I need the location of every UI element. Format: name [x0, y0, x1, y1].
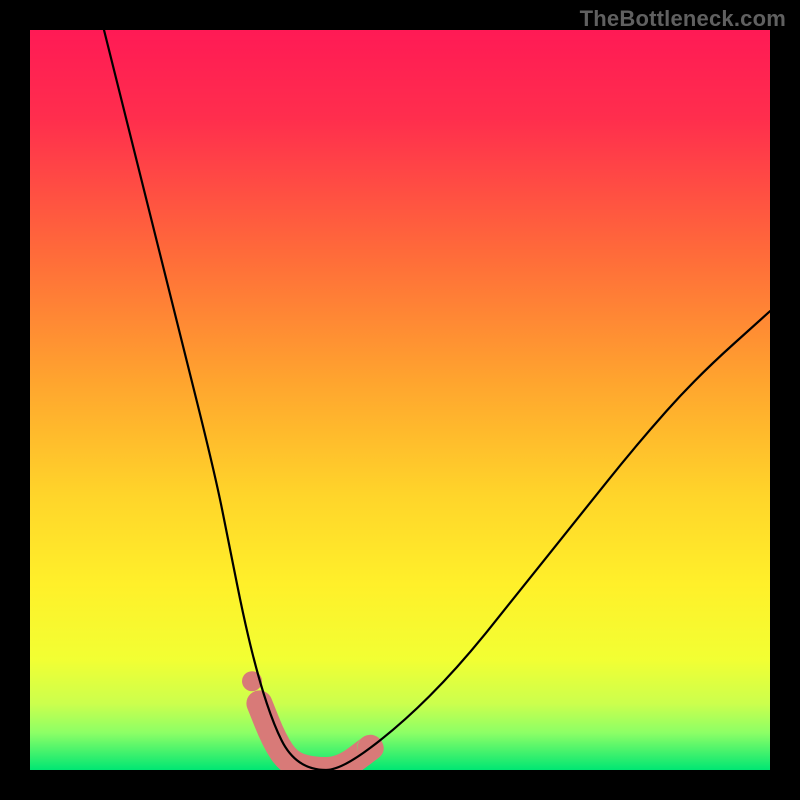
chart-frame: TheBottleneck.com [0, 0, 800, 800]
bottleneck-chart [30, 30, 770, 770]
plot-background [30, 30, 770, 770]
watermark-text: TheBottleneck.com [580, 6, 786, 32]
